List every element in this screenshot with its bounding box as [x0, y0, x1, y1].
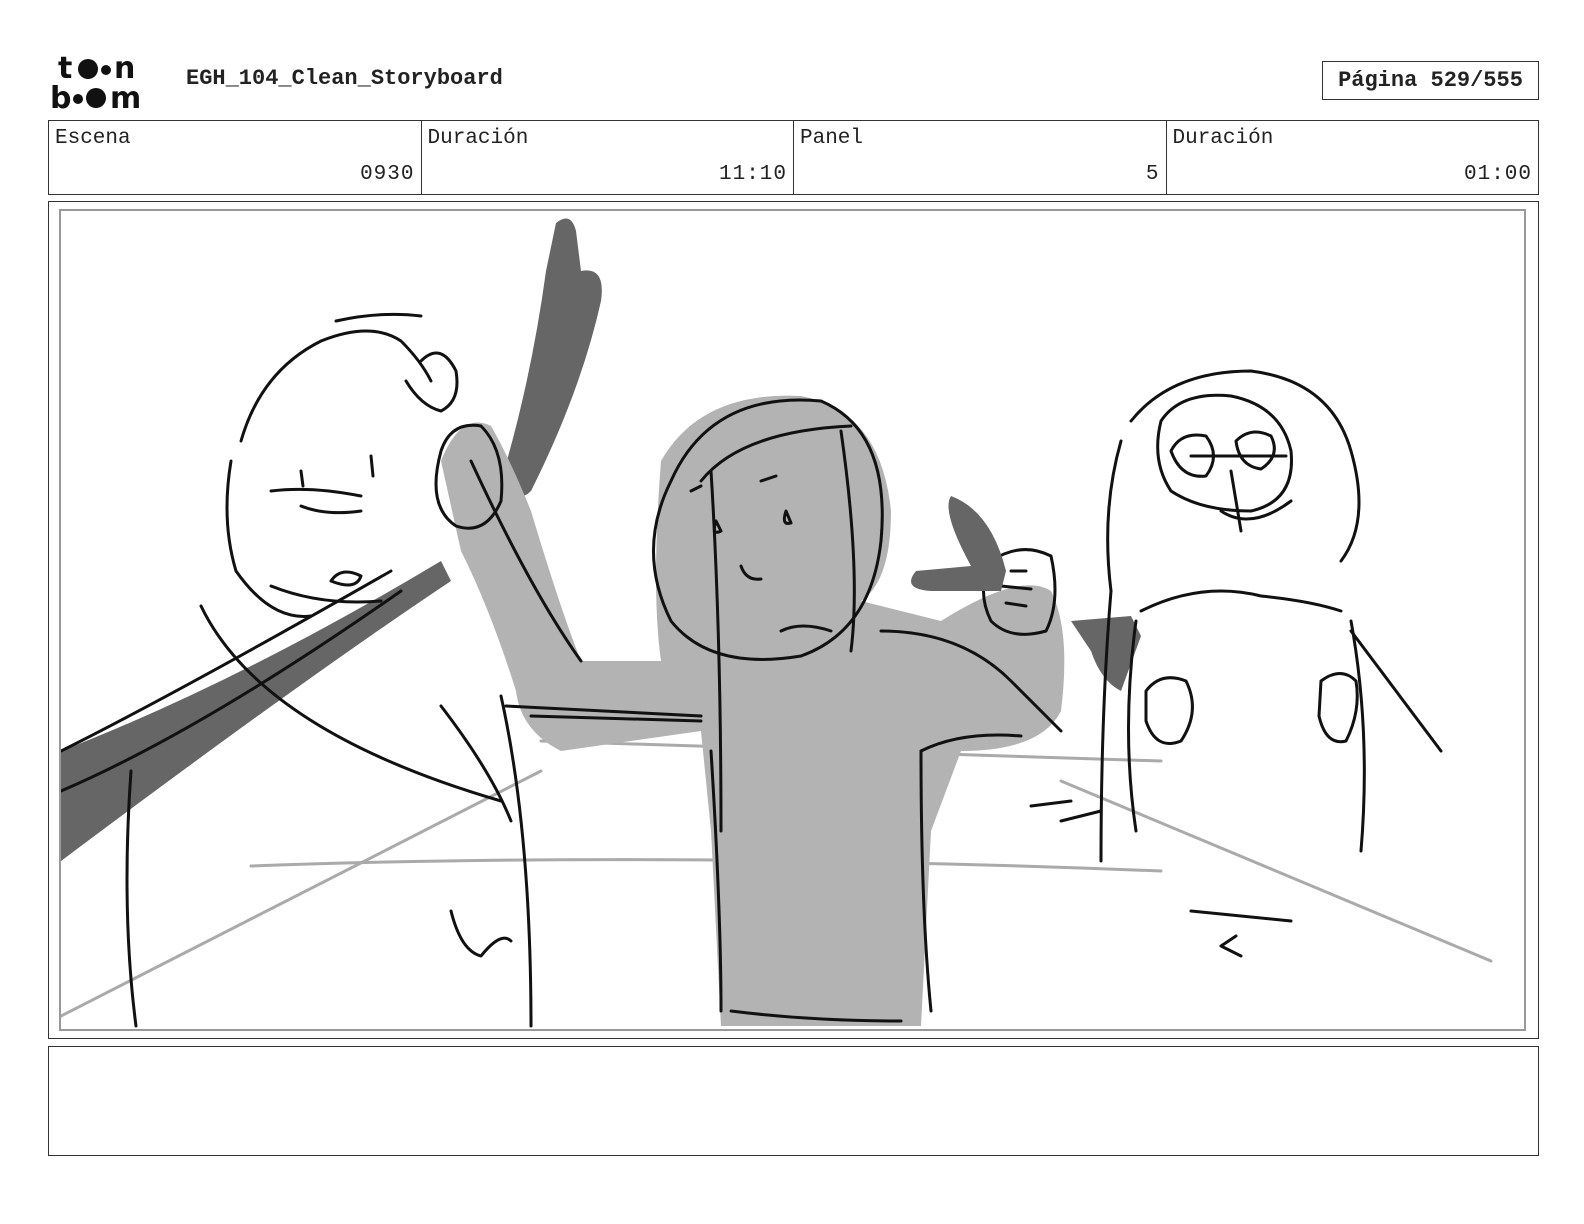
panel-duration-label: Duración [1172, 127, 1274, 150]
panel-duration-cell: Duración 01:00 [1167, 121, 1539, 194]
scene-duration-value: 11:10 [718, 163, 787, 186]
toon-boom-logo: t n b m [50, 50, 165, 116]
scene-duration-label: Duración [427, 127, 529, 150]
panel-value: 5 [1145, 163, 1160, 186]
dark-motion-swoosh [61, 561, 451, 861]
scene-cell: Escena 0930 [49, 121, 422, 194]
toon-boom-logo-icon: t n b m [50, 51, 141, 116]
panel-notes-box [48, 1046, 1539, 1156]
panel-duration-value: 01:00 [1463, 163, 1532, 186]
dark-raised-weapon [501, 218, 602, 497]
scene-value: 0930 [360, 163, 415, 186]
scene-label: Escena [55, 127, 131, 150]
center-figure-fill [441, 395, 1065, 1027]
dark-motion-arrow [911, 496, 1006, 591]
panel-drawing-area [59, 209, 1526, 1031]
panel-cell: Panel 5 [794, 121, 1167, 194]
storyboard-sketch [61, 218, 1493, 1028]
scene-info-table: Escena 0930 Duración 11:10 Panel 5 Durac… [48, 120, 1539, 195]
scene-duration-cell: Duración 11:10 [422, 121, 794, 194]
svg-text:b: b [50, 81, 71, 112]
panel-label: Panel [800, 127, 864, 150]
svg-text:m: m [110, 81, 141, 112]
page-counter: Página 529/555 [1322, 61, 1539, 100]
document-title: EGH_104_Clean_Storyboard [186, 66, 503, 91]
storyboard-panel [48, 201, 1539, 1039]
